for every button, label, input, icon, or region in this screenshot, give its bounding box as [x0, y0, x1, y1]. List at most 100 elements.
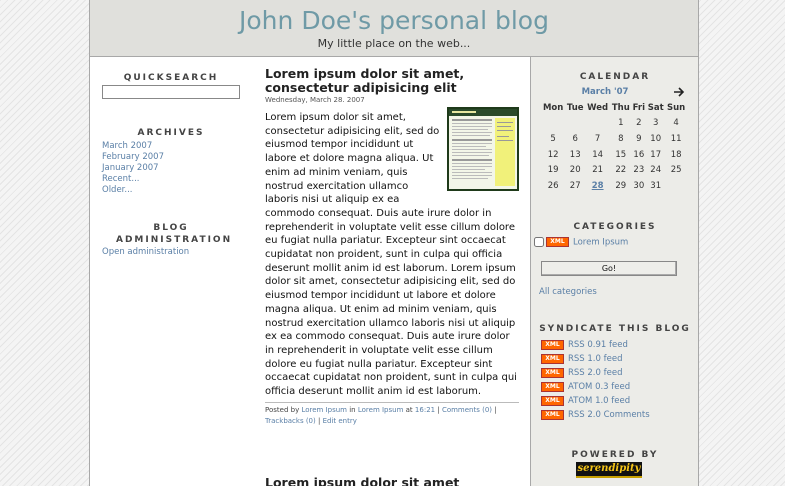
all-categories-link[interactable]: All categories: [539, 287, 597, 298]
calendar-day: [665, 178, 687, 194]
in-label: in: [349, 405, 356, 414]
calendar-day: 10: [650, 133, 662, 144]
feed-label: ATOM 0.3 feed: [568, 382, 631, 392]
calendar-day: [541, 116, 565, 132]
calendar-day: 2: [636, 118, 642, 129]
calendar-day: 5: [550, 133, 556, 144]
at-label: at: [405, 405, 413, 414]
next-month-arrow-icon[interactable]: [673, 86, 685, 98]
calendar-day-header: Sat: [647, 102, 664, 113]
left-sidebar: QUICKSEARCH ARCHIVES March 2007 February…: [90, 57, 252, 486]
right-sidebar: CALENDAR March '07 Mon Tue Wed Thu Fri S…: [530, 57, 698, 486]
xml-feed-icon: XML: [541, 367, 564, 378]
footer-separator: |: [494, 405, 497, 414]
edit-entry-link[interactable]: Edit entry: [323, 417, 357, 425]
feed-label: ATOM 1.0 feed: [568, 396, 631, 406]
blog-header: John Doe's personal blog My little place…: [90, 0, 698, 57]
blog-page: John Doe's personal blog My little place…: [89, 0, 699, 486]
powered-by-title: POWERED BY: [571, 450, 659, 460]
calendar-day-header: Wed: [587, 102, 609, 113]
calendar-day: 31: [650, 180, 662, 191]
calendar-day-header: Sun: [666, 102, 686, 113]
blog-description: My little place on the web...: [317, 37, 471, 50]
feed-rss-10[interactable]: XML RSS 1.0 feed: [541, 352, 650, 366]
calendar-day: 12: [547, 149, 559, 160]
calendar-day: 22: [615, 165, 627, 176]
category-xml-icon[interactable]: XML: [546, 237, 569, 247]
calendar-day: 18: [670, 149, 682, 160]
category-link-lorem-ipsum[interactable]: Lorem Ipsum: [573, 238, 628, 248]
comments-link[interactable]: Comments (0): [442, 406, 492, 414]
posted-by-label: Posted by: [265, 405, 300, 414]
archives-title: ARCHIVES: [137, 128, 205, 138]
trackbacks-link[interactable]: Trackbacks (0): [265, 417, 316, 425]
calendar-day: 24: [650, 165, 662, 176]
calendar-day: 25: [670, 165, 682, 176]
category-row: XML Lorem Ipsum: [534, 237, 628, 248]
archive-link-recent[interactable]: Recent...: [102, 174, 164, 185]
feed-atom-03[interactable]: XML ATOM 0.3 feed: [541, 380, 650, 394]
xml-feed-icon: XML: [541, 395, 564, 406]
calendar-day-header: Thu: [611, 102, 630, 113]
feed-label: RSS 1.0 feed: [568, 354, 623, 364]
calendar-month: March '07: [581, 87, 629, 97]
entry-author-link[interactable]: Lorem Ipsum: [301, 406, 347, 414]
calendar-day: 30: [633, 180, 645, 191]
open-administration-link[interactable]: Open administration: [102, 247, 189, 258]
calendar-day: 16: [633, 149, 645, 160]
syndicate-title: SYNDICATE THIS BLOG: [539, 324, 691, 334]
calendar-grid: Mon Tue Wed Thu Fri Sat Sun 1 2 3 4 5 6 …: [541, 100, 687, 194]
blog-title[interactable]: John Doe's personal blog: [90, 0, 698, 36]
category-checkbox[interactable]: [534, 237, 544, 247]
calendar-day: 7: [594, 133, 601, 144]
archive-link-older[interactable]: Older...: [102, 185, 164, 196]
quicksearch-title: QUICKSEARCH: [123, 73, 219, 83]
feed-rss-20-comments[interactable]: XML RSS 2.0 Comments: [541, 408, 650, 422]
calendar-title: CALENDAR: [579, 72, 651, 82]
calendar-day-header: Mon: [542, 102, 564, 113]
entry-thumbnail-image[interactable]: [447, 107, 519, 191]
entry-time-link[interactable]: 16:21: [415, 406, 435, 414]
archive-link-march-2007[interactable]: March 2007: [102, 141, 164, 152]
archives-list: March 2007 February 2007 January 2007 Re…: [102, 141, 164, 196]
entry-body: Lorem ipsum dolor sit amet, consectetur …: [265, 107, 519, 399]
entry: Lorem ipsum dolor sit amet, consectetur …: [265, 67, 519, 427]
entry-2-title[interactable]: Lorem ipsum dolor sit amet: [265, 476, 519, 486]
entry-date: Wednesday, March 28. 2007: [265, 96, 365, 104]
calendar-day: 20: [569, 165, 581, 176]
serendipity-logo[interactable]: serendipity: [576, 462, 642, 478]
entry-title[interactable]: Lorem ipsum dolor sit amet, consectetur …: [265, 67, 519, 95]
feed-atom-10[interactable]: XML ATOM 1.0 feed: [541, 394, 650, 408]
calendar-day: 21: [592, 165, 604, 176]
calendar-day: 4: [673, 118, 679, 129]
calendar-day: 29: [615, 180, 627, 191]
calendar-day-header: Fri: [632, 102, 646, 113]
go-button[interactable]: Go!: [541, 261, 677, 276]
xml-feed-icon: XML: [541, 381, 564, 392]
archive-link-february-2007[interactable]: February 2007: [102, 152, 164, 163]
xml-feed-icon: XML: [541, 409, 564, 420]
feed-label: RSS 2.0 Comments: [568, 410, 650, 420]
calendar-day: 26: [547, 180, 559, 191]
categories-title: CATEGORIES: [573, 222, 657, 232]
calendar-day: [585, 116, 610, 132]
feed-rss-091[interactable]: XML RSS 0.91 feed: [541, 338, 650, 352]
calendar-day: 8: [618, 133, 624, 144]
archive-link-january-2007[interactable]: January 2007: [102, 163, 164, 174]
calendar-day: [565, 116, 585, 132]
calendar-day: 17: [650, 149, 662, 160]
main-content: Lorem ipsum dolor sit amet, consectetur …: [265, 57, 519, 486]
feed-rss-20[interactable]: XML RSS 2.0 feed: [541, 366, 650, 380]
thumbnail-graphic: [449, 109, 517, 189]
footer-separator: |: [437, 405, 440, 414]
calendar-day-link-28[interactable]: 28: [585, 178, 610, 194]
calendar-day-header: Tue: [566, 102, 584, 113]
calendar-day: 13: [569, 149, 581, 160]
calendar-day: 1: [618, 118, 624, 129]
footer-separator: |: [317, 416, 321, 425]
quicksearch-input[interactable]: [102, 85, 240, 99]
entry-footer: Posted by Lorem Ipsum in Lorem Ipsum at …: [265, 401, 519, 427]
calendar-day: 6: [572, 133, 578, 144]
calendar-day: 15: [615, 149, 627, 160]
entry-category-link[interactable]: Lorem Ipsum: [358, 406, 404, 414]
